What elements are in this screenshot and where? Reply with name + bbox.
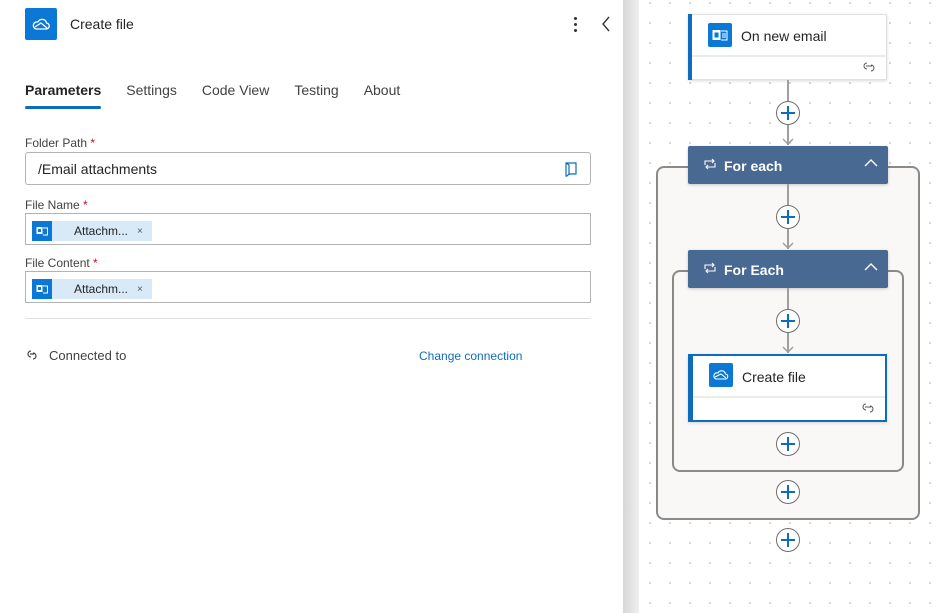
link-icon bbox=[25, 348, 39, 362]
onedrive-cloud-icon bbox=[25, 8, 57, 40]
chevron-left-icon bbox=[602, 16, 610, 32]
arrow-down-icon bbox=[782, 346, 794, 353]
more-options-button[interactable] bbox=[567, 14, 583, 34]
add-step-button[interactable] bbox=[776, 528, 800, 552]
collapse-panel-button[interactable] bbox=[598, 14, 614, 34]
token-label: Attachm... bbox=[74, 224, 129, 238]
change-connection-link[interactable]: Change connection bbox=[419, 349, 522, 363]
file-content-token[interactable]: Attachm... × bbox=[32, 279, 152, 299]
details-panel: Create file Parameters Settings Code Vie… bbox=[0, 0, 623, 613]
trigger-card-on-new-email[interactable]: On new email bbox=[688, 14, 887, 80]
arrow-down-icon bbox=[782, 242, 794, 249]
add-step-button[interactable] bbox=[776, 432, 800, 456]
panel-splitter[interactable] bbox=[623, 0, 639, 613]
chevron-up-icon[interactable] bbox=[864, 262, 878, 272]
add-step-button[interactable] bbox=[776, 205, 800, 229]
file-content-label: File Content * bbox=[25, 256, 98, 270]
folder-path-value: /Email attachments bbox=[38, 161, 158, 177]
onedrive-cloud-icon bbox=[709, 363, 733, 387]
connected-to-label: Connected to bbox=[49, 348, 127, 363]
outlook-icon bbox=[32, 279, 52, 299]
outlook-icon bbox=[32, 221, 52, 241]
arrow-down-icon bbox=[782, 138, 794, 145]
add-step-button[interactable] bbox=[776, 480, 800, 504]
card-separator bbox=[692, 55, 886, 57]
add-step-button[interactable] bbox=[776, 309, 800, 333]
loop-icon bbox=[704, 158, 716, 170]
section-divider bbox=[25, 318, 591, 319]
add-step-button[interactable] bbox=[776, 101, 800, 125]
folder-picker-icon[interactable] bbox=[564, 161, 578, 177]
tab-code-view[interactable]: Code View bbox=[202, 82, 269, 108]
connection-link-icon bbox=[863, 62, 875, 72]
required-marker: * bbox=[93, 256, 98, 270]
tab-testing[interactable]: Testing bbox=[294, 82, 338, 108]
inner-loop-header[interactable]: For Each bbox=[688, 250, 888, 288]
connector-line bbox=[787, 184, 789, 205]
file-content-input[interactable]: Attachm... × bbox=[25, 271, 591, 303]
file-name-input[interactable]: Attachm... × bbox=[25, 213, 591, 245]
loop-icon bbox=[704, 262, 716, 274]
app-root: Create file Parameters Settings Code Vie… bbox=[0, 0, 945, 613]
more-vertical-icon bbox=[573, 16, 577, 20]
tab-bar: Parameters Settings Code View Testing Ab… bbox=[25, 82, 425, 109]
required-marker: * bbox=[90, 136, 96, 150]
action-title: Create file bbox=[742, 369, 806, 385]
inner-loop-title: For Each bbox=[724, 262, 784, 278]
card-accent bbox=[689, 355, 693, 421]
connector-line bbox=[787, 80, 789, 102]
remove-token-icon[interactable]: × bbox=[137, 284, 143, 295]
connection-link-icon bbox=[862, 403, 874, 413]
tab-parameters[interactable]: Parameters bbox=[25, 82, 102, 109]
required-marker: * bbox=[83, 198, 88, 212]
file-name-token[interactable]: Attachm... × bbox=[32, 221, 152, 241]
tab-about[interactable]: About bbox=[364, 82, 401, 108]
workflow-canvas[interactable]: On new email For each For Each Create fi… bbox=[639, 0, 945, 613]
tab-settings[interactable]: Settings bbox=[126, 82, 177, 108]
remove-token-icon[interactable]: × bbox=[137, 226, 143, 237]
outer-loop-title: For each bbox=[724, 158, 783, 174]
canvas-edge bbox=[941, 0, 945, 613]
folder-path-label: Folder Path * bbox=[25, 136, 96, 150]
trigger-title: On new email bbox=[741, 28, 827, 44]
folder-path-input[interactable]: /Email attachments bbox=[25, 152, 591, 185]
outlook-icon bbox=[708, 23, 732, 47]
file-name-label: File Name * bbox=[25, 198, 88, 212]
action-card-create-file[interactable]: Create file bbox=[688, 354, 887, 422]
card-accent bbox=[688, 14, 692, 80]
panel-title: Create file bbox=[70, 16, 134, 32]
connector-line bbox=[787, 288, 789, 309]
token-label: Attachm... bbox=[74, 282, 129, 296]
chevron-up-icon[interactable] bbox=[864, 158, 878, 168]
outer-loop-header[interactable]: For each bbox=[688, 146, 888, 184]
card-separator bbox=[693, 396, 885, 398]
